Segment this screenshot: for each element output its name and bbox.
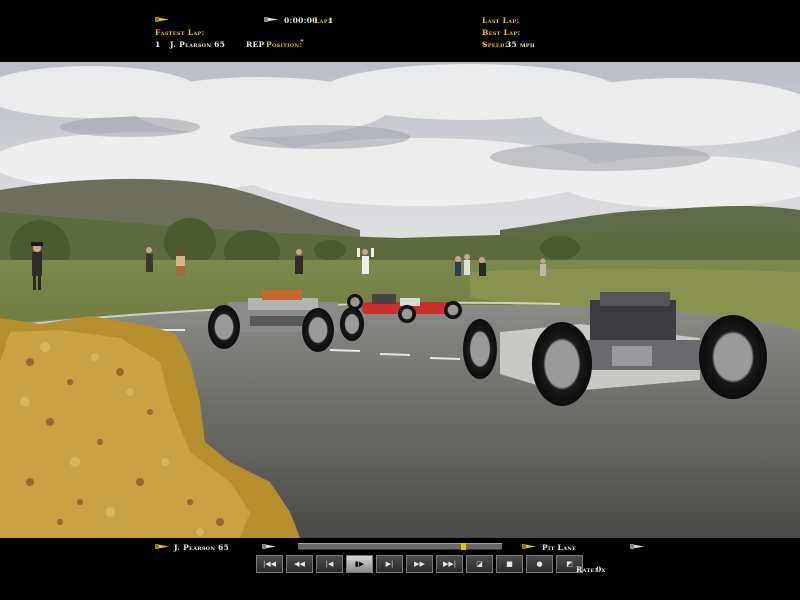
step-back-icon: |◀ xyxy=(325,560,334,568)
replay-controls-bar: J. Pearson 65 Pit Lane |◀◀ ◀◀ |◀ ▮▶ ▶| ▶▶ ▶▶| ◪… xyxy=(0,538,800,600)
transport-controls: |◀◀ ◀◀ |◀ ▮▶ ▶| ▶▶ ▶▶| ◪ ■ ● ◩ xyxy=(256,555,583,575)
replay-tag: REP xyxy=(246,40,265,49)
pennant-flag-icon xyxy=(155,544,169,549)
pennant-flag-icon xyxy=(264,17,278,22)
fastest-lap-index: 1 xyxy=(155,40,161,49)
position-label: Position: xyxy=(266,40,303,49)
step-forward-button[interactable]: ▶| xyxy=(376,555,403,573)
lap-value: 1 xyxy=(328,16,334,25)
speed-label: Speed: xyxy=(482,40,508,49)
rate-label: Rate: xyxy=(576,565,598,574)
step-back-button[interactable]: |◀ xyxy=(316,555,343,573)
top-hud: 0:00:00 Lap: 1 Fastest Lap: 1 J. Pearson… xyxy=(0,0,800,62)
pennant-flag-icon xyxy=(155,17,169,22)
fastest-lap-label: Fastest Lap: xyxy=(155,28,205,37)
best-lap-label: Best Lap: xyxy=(482,28,521,37)
skip-to-end-button[interactable]: ▶▶| xyxy=(436,555,463,573)
rewind-button[interactable]: ◀◀ xyxy=(286,555,313,573)
speed-value: 35 mph xyxy=(506,40,535,49)
camera-flag-icon[interactable] xyxy=(522,544,536,549)
pause-button[interactable]: ▮▶ xyxy=(346,555,373,573)
last-lap-label: Last Lap: xyxy=(482,16,520,25)
go-to-car-button[interactable]: ◪ xyxy=(466,555,493,573)
camera-icon: ◩ xyxy=(566,560,573,568)
rewind-icon: ◀◀ xyxy=(294,560,305,568)
fast-forward-button[interactable]: ▶▶ xyxy=(406,555,433,573)
record-button[interactable]: ● xyxy=(526,555,553,573)
stop-button[interactable]: ■ xyxy=(496,555,523,573)
position-value: " xyxy=(300,38,305,47)
session-time: 0:00:00 xyxy=(284,16,318,25)
race-scene xyxy=(0,62,800,538)
record-icon: ● xyxy=(536,560,543,568)
step-forward-icon: ▶| xyxy=(385,560,394,568)
prev-driver-flag-icon[interactable] xyxy=(262,544,276,549)
replay-driver-name[interactable]: J. Pearson 65 xyxy=(174,543,229,552)
rate-value: 0x xyxy=(596,565,606,574)
stop-icon: ■ xyxy=(506,560,513,568)
replay-timeline-thumb[interactable] xyxy=(461,543,466,550)
skip-to-end-icon: ▶▶| xyxy=(442,560,457,568)
skip-to-start-button[interactable]: |◀◀ xyxy=(256,555,283,573)
fastest-lap-driver: J. Pearson 65 xyxy=(170,40,226,49)
skip-to-start-icon: |◀◀ xyxy=(262,560,277,568)
go-to-car-icon: ◪ xyxy=(476,560,483,568)
pause-icon: ▮▶ xyxy=(354,560,365,568)
camera-name[interactable]: Pit Lane xyxy=(542,543,576,552)
fast-forward-icon: ▶▶ xyxy=(414,560,425,568)
replay-timeline-slider[interactable] xyxy=(298,543,502,550)
game-screen: 0:00:00 Lap: 1 Fastest Lap: 1 J. Pearson… xyxy=(0,0,800,600)
next-camera-flag-icon[interactable] xyxy=(630,544,644,549)
